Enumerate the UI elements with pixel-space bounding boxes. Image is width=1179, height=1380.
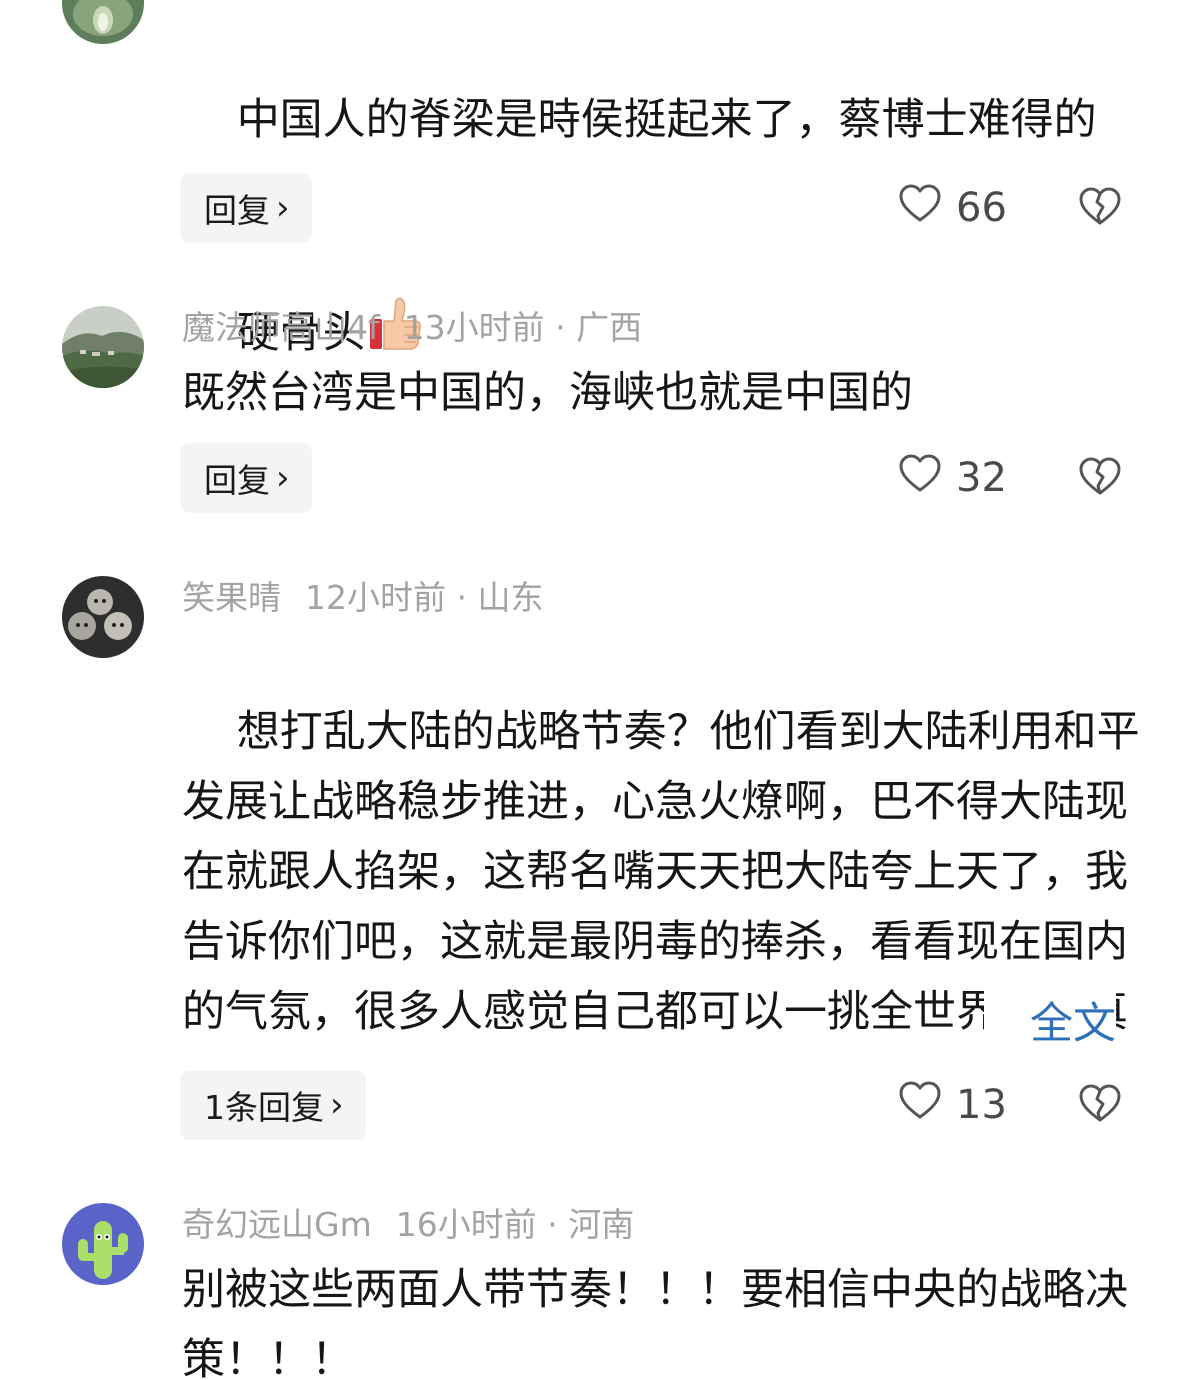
text-fade	[984, 1005, 1024, 1035]
like-count: 32	[956, 455, 1007, 501]
like-button[interactable]: 66	[898, 173, 1007, 243]
comment-text: 既然台湾是中国的，海峡也就是中国的	[182, 368, 913, 418]
like-button[interactable]: 32	[898, 443, 1007, 513]
broken-heart-icon	[1078, 1083, 1122, 1127]
heart-outline-icon	[898, 453, 942, 503]
heart-outline-icon	[898, 1080, 942, 1130]
chevron-right-icon: ›	[276, 458, 290, 498]
username[interactable]: 魔法师高山4f	[182, 308, 380, 347]
full-text-link[interactable]: 全文	[1030, 989, 1116, 1051]
location: 广西	[576, 308, 643, 347]
user-avatar[interactable]	[62, 306, 144, 388]
comment-meta: 笑果晴 12小时前 · 山东	[182, 576, 544, 620]
reply-button[interactable]: 回复 ›	[180, 443, 312, 513]
reply-label: 回复	[204, 191, 270, 230]
kittens-avatar-icon	[62, 576, 144, 658]
location: 山东	[477, 578, 544, 617]
timestamp: 16小时前	[395, 1205, 537, 1244]
user-avatar[interactable]	[62, 0, 144, 44]
username[interactable]: 笑果晴	[182, 578, 281, 617]
chevron-right-icon: ›	[330, 1085, 344, 1125]
timestamp: 12小时前	[305, 578, 446, 617]
dislike-button[interactable]	[1078, 443, 1122, 513]
timestamp: 13小时前	[403, 308, 545, 347]
like-button[interactable]: 13	[898, 1070, 1007, 1140]
meta-separator: ·	[547, 1205, 558, 1244]
reply-label: 回复	[204, 461, 270, 500]
expand-full-text[interactable]: 全文	[984, 985, 1116, 1055]
comment-meta: 奇幻远山Gm 16小时前 · 河南	[182, 1203, 634, 1247]
reply-button[interactable]: 回复 ›	[180, 173, 312, 243]
comment-text: 别被这些两面人带节奏！！！要相信中央的战略决策！！！	[182, 1265, 1128, 1380]
user-avatar[interactable]	[62, 1203, 144, 1285]
broken-heart-icon	[1078, 456, 1122, 500]
location: 河南	[568, 1205, 635, 1244]
reply-label: 1条回复	[204, 1088, 324, 1127]
dislike-button[interactable]	[1078, 1070, 1122, 1140]
broken-heart-icon	[1078, 186, 1122, 230]
heart-outline-icon	[898, 183, 942, 233]
username[interactable]: 奇幻远山Gm	[182, 1205, 372, 1244]
comment-text: 想打乱大陆的战略节奏？他们看到大陆利用和平发展让战略稳步推进，心急火燎啊，巴不得…	[182, 627, 1142, 1047]
chevron-right-icon: ›	[276, 188, 290, 228]
comment-text-line: 中国人的脊梁是時侯挺起来了，蔡博士难得的	[236, 95, 1097, 145]
reply-button[interactable]: 1条回复 ›	[180, 1070, 366, 1140]
user-avatar[interactable]	[62, 576, 144, 658]
cactus-avatar-icon	[62, 1203, 144, 1285]
dislike-button[interactable]	[1078, 173, 1122, 243]
meta-separator: ·	[456, 578, 468, 617]
meta-separator: ·	[555, 308, 566, 347]
like-count: 13	[956, 1082, 1007, 1128]
comment-meta: 魔法师高山4f 13小时前 · 广西	[182, 306, 642, 350]
mountain-landscape-avatar-icon	[62, 306, 144, 388]
like-count: 66	[956, 185, 1007, 231]
lotus-leaf-avatar-icon	[62, 0, 144, 44]
